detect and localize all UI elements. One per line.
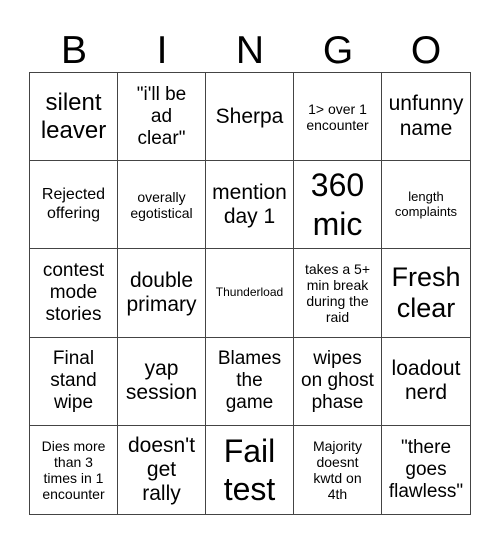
bingo-cell[interactable]: contest mode stories	[30, 249, 118, 338]
bingo-cell[interactable]: double primary	[118, 249, 206, 338]
header-letter-i: I	[156, 29, 168, 72]
bingo-cell[interactable]: Dies more than 3 times in 1 encounter	[30, 425, 118, 514]
bingo-cell[interactable]: Blames the game	[206, 337, 294, 426]
bingo-cell[interactable]: Fail test	[206, 425, 294, 514]
bingo-cell[interactable]: Final stand wipe	[30, 337, 118, 426]
header-letter-g: G	[322, 29, 354, 72]
header-letter-b: B	[60, 29, 87, 72]
bingo-cell[interactable]: "there goes flawless"	[382, 426, 470, 514]
header-letter-o: O	[410, 29, 442, 72]
bingo-cell[interactable]: mention day 1	[206, 161, 294, 250]
bingo-cell[interactable]: overally egotistical	[118, 161, 206, 250]
bingo-cell[interactable]: Fresh clear	[382, 249, 470, 338]
bingo-cell[interactable]: takes a 5+ min break during the raid	[294, 249, 382, 338]
bingo-cell[interactable]: length complaints	[382, 161, 470, 250]
bingo-cell[interactable]: Rejected offering	[30, 161, 118, 250]
bingo-cell[interactable]: Majority doesnt kwtd on 4th	[294, 425, 382, 514]
bingo-cell[interactable]: 360 mic	[294, 161, 382, 250]
header-letter-n: N	[235, 29, 265, 72]
bingo-grid: silent leaver "i'll be ad clear" Sherpa …	[29, 72, 471, 515]
bingo-cell[interactable]: "i'll be ad clear"	[118, 73, 206, 162]
bingo-header: B I N G O	[30, 28, 470, 73]
bingo-cell[interactable]: 1> over 1 encounter	[294, 73, 382, 162]
bingo-cell[interactable]: doesn't get rally	[118, 425, 206, 514]
bingo-cell[interactable]: unfunny name	[382, 73, 470, 162]
bingo-cell[interactable]: wipes on ghost phase	[294, 337, 382, 426]
bingo-cell[interactable]: yap session	[118, 337, 206, 426]
bingo-cell[interactable]: Thunderload	[206, 249, 294, 338]
bingo-cell[interactable]: loadout nerd	[382, 338, 470, 426]
bingo-cell[interactable]: Sherpa	[206, 73, 294, 162]
bingo-cell[interactable]: silent leaver	[30, 73, 118, 162]
